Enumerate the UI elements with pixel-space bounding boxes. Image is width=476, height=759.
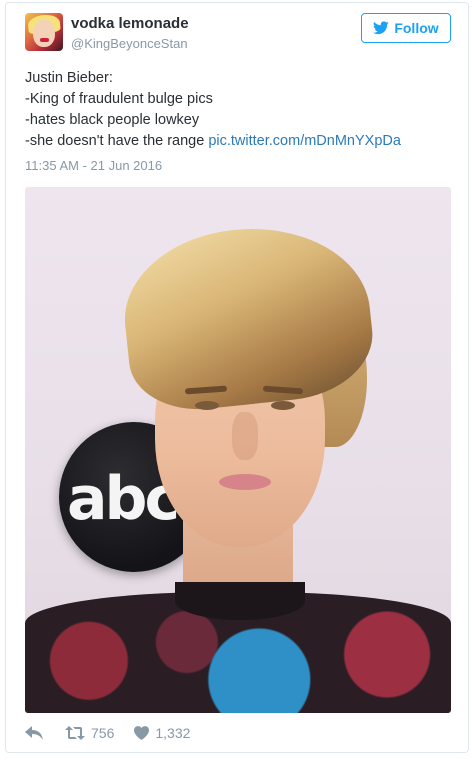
bird-icon bbox=[373, 21, 390, 35]
photo-left-eye bbox=[195, 401, 219, 410]
tweet-card: vodka lemonade @KingBeyonceStan Follow J… bbox=[5, 2, 469, 753]
follow-button[interactable]: Follow bbox=[361, 13, 451, 43]
reply-icon bbox=[25, 726, 43, 740]
tweet-actions: 756 1,332 bbox=[25, 722, 190, 744]
like-button[interactable]: 1,332 bbox=[134, 725, 190, 741]
tweet-line-with-link: -she doesn't have the range pic.twitter.… bbox=[25, 131, 455, 152]
retweet-button[interactable]: 756 bbox=[65, 725, 114, 741]
pic-link[interactable]: pic.twitter.com/mDnMnYXpDa bbox=[208, 133, 401, 149]
tweet-photo[interactable]: abc bbox=[25, 187, 451, 713]
tweet-text: Justin Bieber: -King of fraudulent bulge… bbox=[25, 68, 455, 152]
heart-icon bbox=[134, 726, 150, 740]
tweet-line: Justin Bieber: bbox=[25, 70, 113, 86]
user-handle[interactable]: @KingBeyonceStan bbox=[71, 35, 189, 53]
avatar-lips bbox=[40, 38, 49, 42]
retweet-count: 756 bbox=[91, 725, 115, 741]
avatar-face bbox=[33, 19, 55, 47]
tweet-line: -hates black people lowkey bbox=[25, 112, 200, 128]
user-info: vodka lemonade @KingBeyonceStan bbox=[71, 15, 189, 53]
display-name[interactable]: vodka lemonade bbox=[71, 15, 189, 33]
photo-nose bbox=[232, 412, 258, 460]
reply-button[interactable] bbox=[25, 726, 43, 740]
photo-lips bbox=[219, 474, 271, 490]
avatar[interactable] bbox=[25, 13, 63, 51]
like-count: 1,332 bbox=[155, 725, 191, 741]
tweet-line: -King of fraudulent bulge pics bbox=[25, 91, 213, 107]
tweet-timestamp[interactable]: 11:35 AM - 21 Jun 2016 bbox=[25, 158, 162, 173]
photo-right-eye bbox=[271, 401, 295, 410]
follow-label: Follow bbox=[394, 20, 439, 36]
tweet-line-text: -she doesn't have the range bbox=[25, 133, 209, 149]
retweet-icon bbox=[65, 726, 85, 740]
photo-collar bbox=[175, 582, 305, 620]
